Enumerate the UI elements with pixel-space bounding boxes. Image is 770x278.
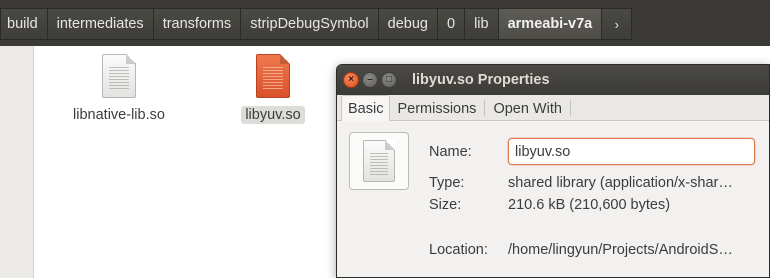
file-item-libyuv[interactable]: libyuv.so <box>218 54 328 124</box>
breadcrumb-next-button[interactable]: › <box>602 8 633 40</box>
file-icon-button[interactable] <box>349 132 409 190</box>
sidebar <box>0 46 34 278</box>
file-name: libyuv.so <box>241 106 305 124</box>
path-bar: build intermediates transforms stripDebu… <box>0 0 770 46</box>
close-button[interactable]: × <box>343 72 359 88</box>
maximize-icon: □ <box>385 74 393 85</box>
location-label: Location: <box>429 242 488 258</box>
breadcrumb-lib[interactable]: lib <box>465 8 499 40</box>
breadcrumb-transforms[interactable]: transforms <box>153 8 242 40</box>
maximize-button[interactable]: □ <box>381 72 397 88</box>
name-field[interactable] <box>508 138 755 165</box>
close-icon: × <box>348 74 354 85</box>
tab-bar: Basic Permissions Open With <box>337 95 769 121</box>
shared-library-icon <box>363 140 395 182</box>
tab-permissions[interactable]: Permissions <box>390 96 483 120</box>
dialog-titlebar[interactable]: × – □ libyuv.so Properties <box>337 65 769 95</box>
breadcrumb-build[interactable]: build <box>0 8 48 40</box>
size-value: 210.6 kB (210,600 bytes) <box>508 197 671 213</box>
minimize-button[interactable]: – <box>362 72 378 88</box>
tab-separator <box>569 100 571 116</box>
breadcrumb-armeabi-v7a[interactable]: armeabi-v7a <box>498 8 603 40</box>
file-name: libnative-lib.so <box>73 107 165 123</box>
breadcrumb-debug[interactable]: debug <box>378 8 438 40</box>
location-value: /home/lingyun/Projects/AndroidS… <box>508 242 733 258</box>
chevron-right-icon: › <box>614 16 619 32</box>
name-label: Name: <box>429 144 472 160</box>
minimize-icon: – <box>367 74 373 85</box>
size-label: Size: <box>429 197 462 213</box>
breadcrumb-intermediates[interactable]: intermediates <box>47 8 154 40</box>
tab-open-with[interactable]: Open With <box>486 96 569 120</box>
file-item-libnative-lib[interactable]: libnative-lib.so <box>64 54 174 124</box>
dialog-title: libyuv.so Properties <box>412 72 550 88</box>
tab-basic[interactable]: Basic <box>341 95 391 121</box>
type-value: shared library (application/x-shar… <box>508 175 733 191</box>
breadcrumb-stripdebugsymbol[interactable]: stripDebugSymbol <box>241 8 379 40</box>
type-label: Type: <box>429 175 465 191</box>
breadcrumb-0[interactable]: 0 <box>438 8 466 40</box>
tab-separator <box>484 100 486 116</box>
properties-dialog: × – □ libyuv.so Properties Basic Permiss… <box>336 64 770 278</box>
shared-library-icon <box>102 54 136 98</box>
shared-library-icon <box>256 54 290 98</box>
